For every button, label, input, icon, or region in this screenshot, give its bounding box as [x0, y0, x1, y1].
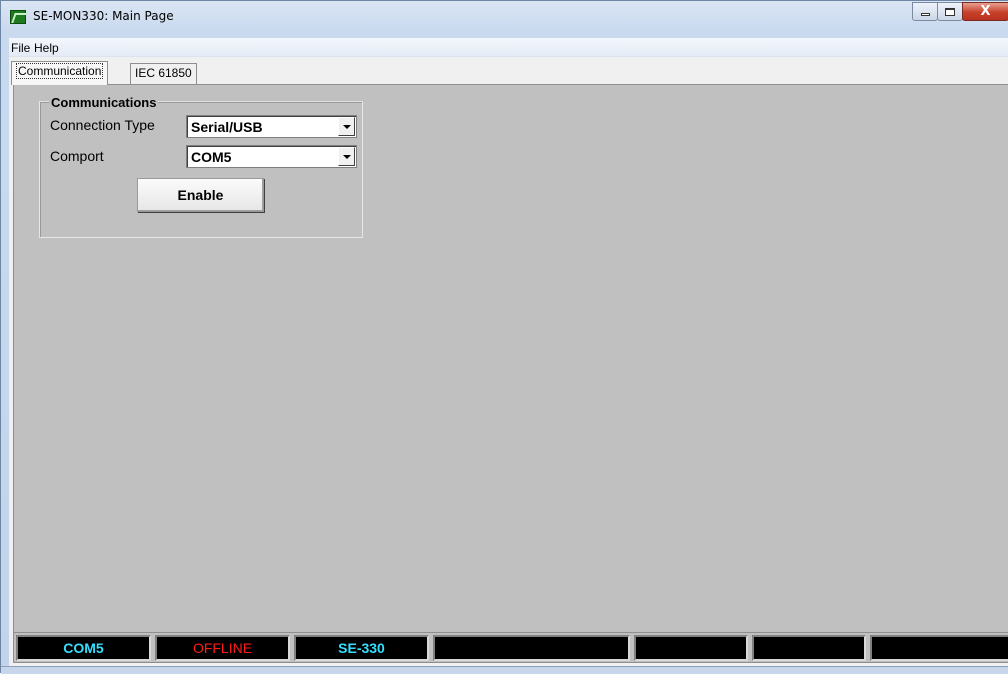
comport-select[interactable]: COM5	[186, 145, 357, 168]
menu-help[interactable]: Help	[34, 41, 59, 55]
comport-label: Comport	[50, 148, 104, 164]
communications-groupbox: Communications Connection Type Serial/US…	[39, 96, 363, 238]
window-title: SE-MON330: Main Page	[33, 9, 174, 23]
tab-communication-label: Communication	[16, 63, 104, 79]
status-panel-empty	[752, 635, 866, 661]
caption-buttons: X	[912, 2, 1008, 22]
minimize-button[interactable]	[912, 2, 938, 21]
main-window: SE-MON330: Main Page X File Help Communi…	[0, 0, 1008, 674]
tab-communication[interactable]: Communication	[11, 61, 109, 85]
enable-button[interactable]: Enable	[137, 178, 264, 212]
status-panel-port: COM5	[16, 635, 151, 661]
status-panel-empty	[634, 635, 748, 661]
app-icon	[10, 10, 26, 24]
title-bar[interactable]: SE-MON330: Main Page X	[1, 1, 1008, 39]
menu-bar: File Help	[9, 38, 1008, 57]
status-panel-empty	[433, 635, 630, 661]
tab-iec-61850[interactable]: IEC 61850	[130, 63, 197, 84]
connection-type-dropdown-button[interactable]	[338, 117, 355, 136]
maximize-button[interactable]	[937, 2, 963, 21]
close-button[interactable]: X	[962, 2, 1008, 21]
minimize-icon	[920, 13, 930, 16]
client-area: File Help Communication IEC 61850 Commun…	[9, 38, 1008, 666]
status-panel-device: SE-330	[294, 635, 429, 661]
connection-type-select[interactable]: Serial/USB	[186, 115, 357, 138]
status-panel-empty	[870, 635, 1008, 661]
comport-value: COM5	[191, 149, 232, 165]
maximize-icon	[945, 7, 955, 16]
tab-iec-61850-label: IEC 61850	[135, 66, 192, 80]
menu-file[interactable]: File	[11, 41, 30, 55]
tab-strip: Communication IEC 61850	[9, 57, 1008, 85]
comport-dropdown-button[interactable]	[338, 147, 355, 166]
communication-tab-page: Communications Connection Type Serial/US…	[13, 84, 1008, 657]
status-bar: COM5 OFFLINE SE-330	[13, 632, 1008, 663]
close-icon: X	[980, 4, 991, 19]
connection-type-label: Connection Type	[50, 117, 155, 133]
connection-type-value: Serial/USB	[191, 119, 263, 135]
chevron-down-icon	[342, 124, 351, 129]
chevron-down-icon	[342, 154, 351, 159]
status-panel-connection: OFFLINE	[155, 635, 290, 661]
communications-group-title: Communications	[49, 95, 159, 110]
